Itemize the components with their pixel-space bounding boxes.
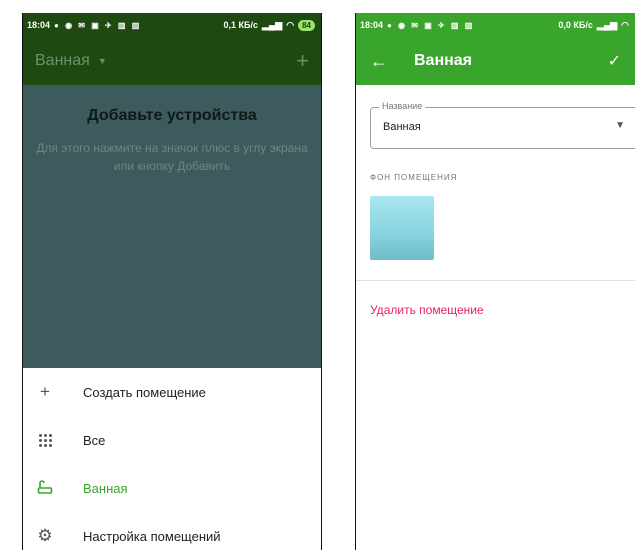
field-value: Ванная: [383, 121, 421, 133]
add-device-icon[interactable]: +: [296, 50, 309, 72]
menu-item-room-settings[interactable]: ⚙ Настройка помещений: [23, 512, 321, 550]
signal-icon: ▂▄▆: [596, 19, 618, 30]
room-name-field[interactable]: Название Ванная ▼: [370, 101, 635, 149]
status-bar: 18:04 ● ◉ ✉ ▣ ✈ ▥ ▥ 0,0 КБ/с ▂▄▆ ◠: [356, 13, 635, 37]
menu-item-label: Ванная: [83, 480, 128, 496]
caret-down-icon: ▼: [97, 56, 107, 66]
empty-heading: Добавьте устройства: [87, 107, 257, 124]
signal-icon: ▂▄▆: [262, 19, 283, 30]
menu-item-label: Создать помещение: [83, 384, 206, 400]
check-icon[interactable]: ✓: [608, 51, 621, 71]
background-swatch[interactable]: [370, 196, 434, 260]
menu-item-create-room[interactable]: + Создать помещение: [23, 368, 321, 416]
menu-item-all[interactable]: Все: [23, 416, 321, 464]
divider: [356, 280, 635, 281]
status-time: 18:04: [27, 20, 51, 30]
menu-item-label: Настройка помещений: [83, 528, 221, 544]
status-time: 18:04: [360, 20, 384, 30]
wifi-icon: ◠: [621, 19, 629, 30]
right-screen: 18:04 ● ◉ ✉ ▣ ✈ ▥ ▥ 0,0 КБ/с ▂▄▆ ◠ ← Ван…: [355, 13, 635, 550]
menu-item-label: Все: [83, 432, 106, 448]
app-bar: Ванная ▼ +: [23, 37, 321, 85]
network-speed: 0,1 КБ/с: [223, 20, 258, 30]
room-selector[interactable]: Ванная ▼: [35, 52, 107, 70]
arrow-left-icon[interactable]: ←: [370, 51, 394, 72]
notification-icons: ● ◉ ✉ ▣ ✈ ▥ ▥: [54, 20, 142, 30]
dropdown-arrow-icon[interactable]: ▼: [615, 120, 625, 131]
bottom-sheet-menu: + Создать помещение Все Ванная ⚙ Настрой…: [23, 368, 321, 550]
room-title: Ванная: [35, 52, 90, 69]
page-title: Ванная: [414, 52, 473, 69]
notification-icons: ● ◉ ✉ ▣ ✈ ▥ ▥: [387, 20, 475, 30]
field-legend: Название: [379, 101, 426, 111]
network-speed: 0,0 КБ/с: [558, 20, 593, 30]
empty-description: Для этого нажмите на значок плюс в углу …: [36, 141, 308, 173]
app-bar: ← Ванная ✓: [356, 37, 635, 85]
gear-icon: ⚙: [37, 526, 53, 545]
battery-icon: 84: [298, 19, 315, 31]
left-screen: 18:04 ● ◉ ✉ ▣ ✈ ▥ ▥ 0,1 КБ/с ▂▄▆ ◠ 84 Ва…: [22, 13, 322, 550]
status-bar: 18:04 ● ◉ ✉ ▣ ✈ ▥ ▥ 0,1 КБ/с ▂▄▆ ◠ 84: [23, 13, 321, 37]
background-section-label: ФОН ПОМЕЩЕНИЯ: [370, 173, 458, 182]
empty-state: Добавьте устройства Для этого нажмите на…: [23, 85, 321, 368]
grid-icon: [37, 432, 53, 448]
delete-room-button[interactable]: Удалить помещение: [370, 303, 635, 317]
bathtub-icon: [37, 480, 53, 496]
plus-icon: +: [40, 382, 50, 401]
wifi-icon: ◠: [286, 19, 295, 30]
menu-item-bathroom[interactable]: Ванная: [23, 464, 321, 512]
